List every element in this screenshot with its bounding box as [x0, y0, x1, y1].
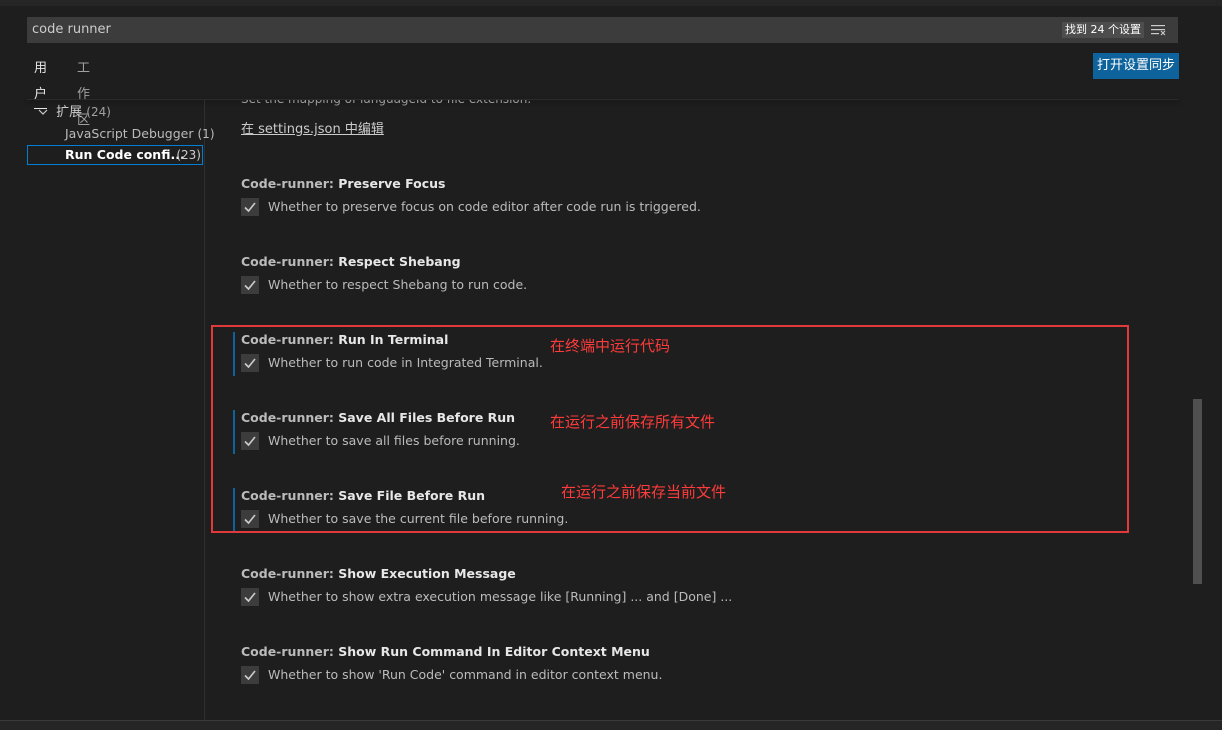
setting-description: Whether to show extra execution message …: [268, 589, 733, 604]
setting-title: Code-runner: Preserve Focus: [241, 176, 445, 192]
setting-title: Code-runner: Respect Shebang: [241, 254, 461, 270]
annotation-save-all-files: 在运行之前保存所有文件: [550, 413, 716, 431]
checkmark-icon: [244, 202, 256, 213]
toc-group-extensions[interactable]: 扩展 (24): [38, 103, 111, 122]
setting-name: Respect Shebang: [338, 254, 461, 269]
setting-name: Preserve Focus: [338, 176, 446, 191]
setting-description-partial: Set the mapping of languageId to file ex…: [241, 100, 531, 108]
clear-filter-icon[interactable]: [1151, 24, 1167, 36]
settings-table-of-contents: 扩展 (24) JavaScript Debugger (1) Run Code…: [0, 100, 215, 720]
setting-category: Code-runner:: [241, 566, 339, 581]
annotation-run-in-terminal: 在终端中运行代码: [550, 337, 671, 355]
top-strip: [0, 0, 1222, 6]
settings-search-box[interactable]: 找到 24 个设置: [27, 17, 1178, 43]
setting-checkbox[interactable]: [241, 666, 259, 684]
setting-show-execution-message: Code-runner: Show Execution Message Whet…: [233, 566, 1133, 616]
setting-category: Code-runner:: [241, 176, 339, 191]
toc-group-label: 扩展: [56, 105, 83, 120]
setting-show-run-command-in-editor-context-menu: Code-runner: Show Run Command In Editor …: [233, 644, 1133, 694]
toc-item-count: (23): [176, 148, 201, 162]
setting-description: Whether to show 'Run Code' command in ed…: [268, 667, 663, 682]
toc-group-count: (24): [86, 105, 111, 119]
toc-item-javascript-debugger[interactable]: JavaScript Debugger (1): [65, 125, 215, 143]
setting-category: Code-runner:: [241, 644, 339, 659]
turn-on-settings-sync-button[interactable]: 打开设置同步: [1093, 53, 1179, 79]
annotation-save-current-file: 在运行之前保存当前文件: [561, 483, 727, 501]
setting-preserve-focus: Code-runner: Preserve Focus Whether to p…: [233, 176, 1133, 226]
toc-item-label: JavaScript Debugger: [65, 126, 194, 141]
scrollbar-thumb[interactable]: [1193, 399, 1202, 584]
setting-description: Whether to preserve focus on code editor…: [268, 199, 701, 214]
setting-category: Code-runner:: [241, 254, 339, 269]
toc-item-label: Run Code confi...: [65, 147, 185, 162]
setting-checkbox[interactable]: [241, 198, 259, 216]
search-results-count: 找到 24 个设置: [1062, 22, 1144, 38]
chevron-down-icon: [38, 104, 52, 122]
setting-title: Code-runner: Show Execution Message: [241, 566, 516, 582]
setting-respect-shebang: Code-runner: Respect Shebang Whether to …: [233, 254, 1133, 304]
setting-name: Show Run Command In Editor Context Menu: [338, 644, 650, 659]
checkmark-icon: [244, 592, 256, 603]
settings-search-input[interactable]: [32, 17, 932, 43]
setting-checkbox[interactable]: [241, 588, 259, 606]
checkmark-icon: [244, 670, 256, 681]
setting-description: Whether to respect Shebang to run code.: [268, 277, 528, 292]
checkmark-icon: [244, 280, 256, 291]
setting-checkbox[interactable]: [241, 276, 259, 294]
edit-in-settings-json-link[interactable]: 在 settings.json 中编辑: [241, 121, 384, 139]
setting-title: Code-runner: Show Run Command In Editor …: [241, 644, 650, 660]
toc-item-run-code-configuration[interactable]: Run Code confi... (23): [27, 145, 203, 165]
setting-name: Show Execution Message: [338, 566, 516, 581]
